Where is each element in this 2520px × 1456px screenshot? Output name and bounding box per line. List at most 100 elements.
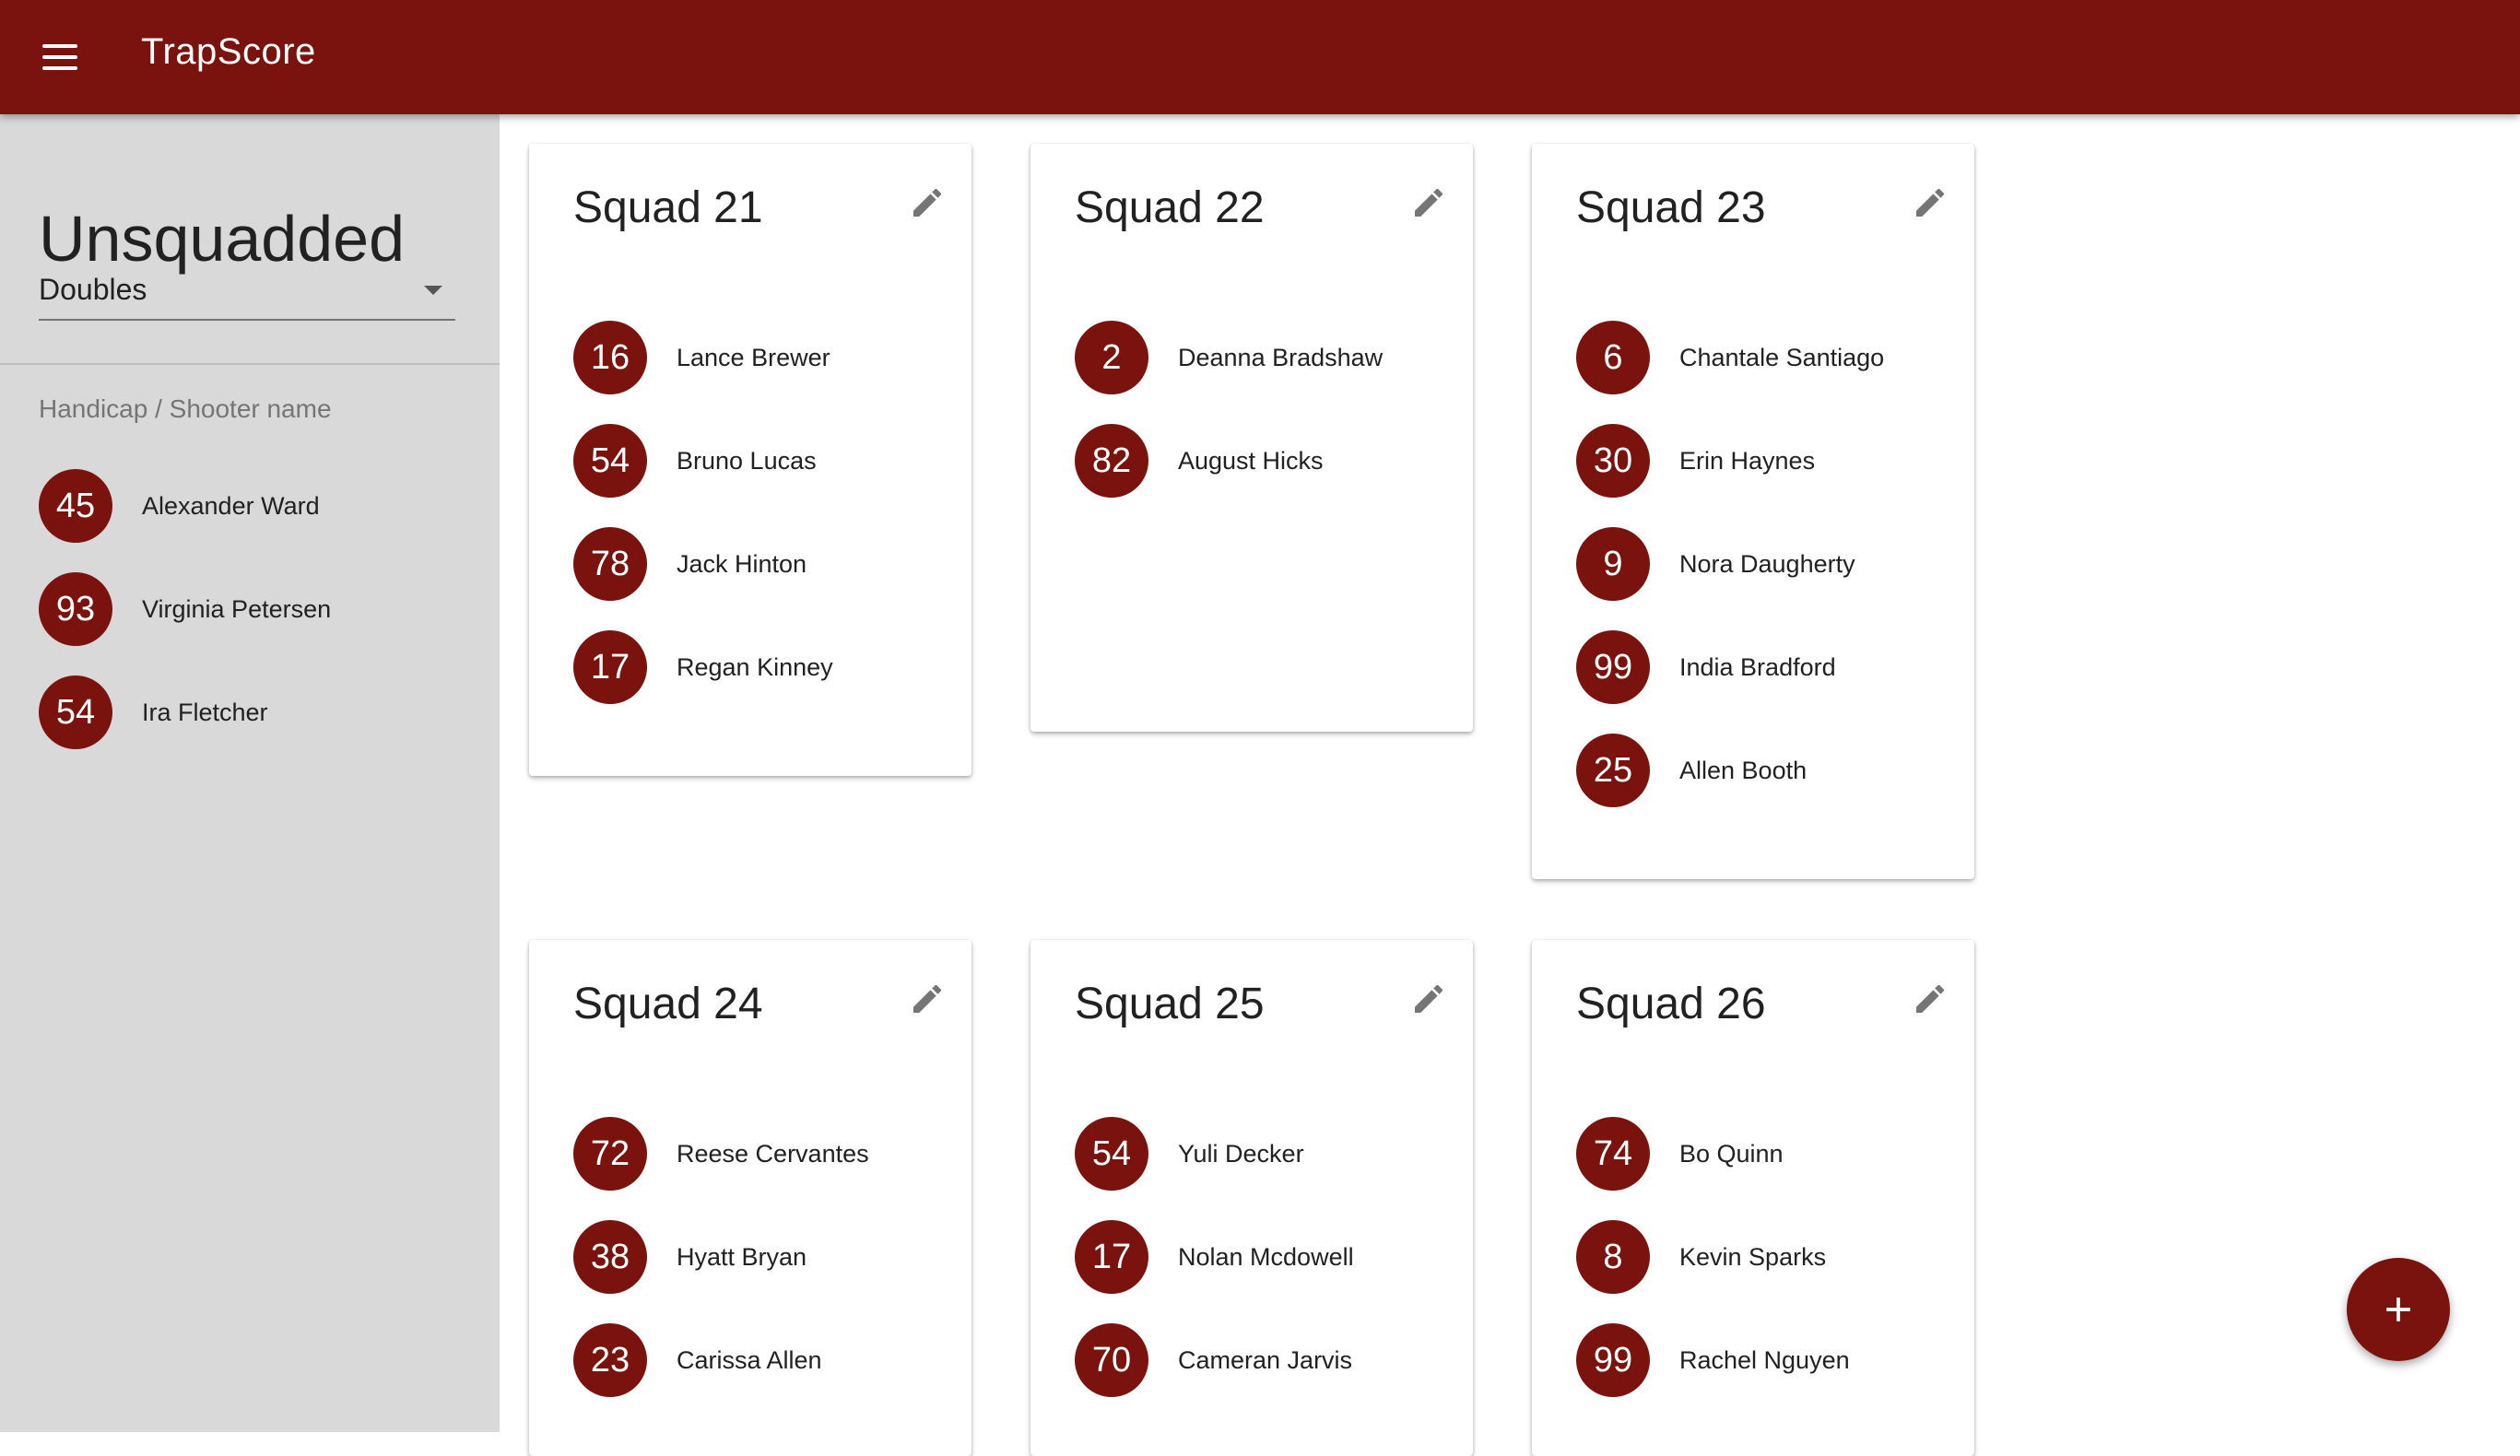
pencil-icon xyxy=(913,188,942,217)
squad-card: Squad 24 72 Reese Cervantes 38 Hyatt Bryan… xyxy=(529,940,971,1456)
event-type-select[interactable]: Doubles xyxy=(39,265,455,321)
handicap-badge: 2 xyxy=(1075,321,1148,394)
shooter-item[interactable]: 17 Regan Kinney xyxy=(573,630,833,704)
edit-squad-button[interactable] xyxy=(1407,181,1451,225)
menu-icon[interactable] xyxy=(28,28,92,87)
handicap-badge: 93 xyxy=(39,572,112,646)
handicap-badge: 99 xyxy=(1576,1323,1650,1397)
shooter-item[interactable]: 78 Jack Hinton xyxy=(573,527,833,601)
squad-shooter-list: 16 Lance Brewer 54 Bruno Lucas 78 Jack Hint… xyxy=(573,321,833,734)
handicap-badge: 17 xyxy=(573,630,647,704)
handicap-badge: 54 xyxy=(39,675,112,749)
squad-shooter-list: 54 Yuli Decker 17 Nolan Mcdowell 70 Cameran… xyxy=(1075,1117,1354,1427)
shooter-item[interactable]: 6 Chantale Santiago xyxy=(1576,321,1884,394)
shooter-name: Kevin Sparks xyxy=(1679,1242,1827,1271)
squad-title: Squad 24 xyxy=(573,980,763,1028)
shooter-name: Chantale Santiago xyxy=(1679,343,1885,371)
edit-squad-button[interactable] xyxy=(1908,977,1952,1021)
list-header: Handicap / Shooter name xyxy=(39,394,332,423)
squad-card: Squad 23 6 Chantale Santiago 30 Erin Hayne… xyxy=(1532,144,1974,879)
shooter-item[interactable]: 17 Nolan Mcdowell xyxy=(1075,1220,1354,1294)
shooter-item[interactable]: 8 Kevin Sparks xyxy=(1576,1220,1850,1294)
handicap-badge: 99 xyxy=(1576,630,1650,704)
shooter-name: Jack Hinton xyxy=(677,549,807,578)
shooter-item[interactable]: 30 Erin Haynes xyxy=(1576,424,1884,498)
app-title: TrapScore xyxy=(141,31,316,72)
handicap-badge: 38 xyxy=(573,1220,647,1294)
sidebar-divider xyxy=(0,363,500,365)
shooter-name: India Bradford xyxy=(1679,652,1836,681)
shooter-item[interactable]: 2 Deanna Bradshaw xyxy=(1075,321,1383,394)
squad-title: Squad 23 xyxy=(1576,183,1766,232)
shooter-name: Reese Cervantes xyxy=(677,1139,869,1168)
shooter-name: August Hicks xyxy=(1178,446,1324,475)
edit-squad-button[interactable] xyxy=(905,181,949,225)
shooter-name: Virginia Petersen xyxy=(142,594,332,623)
squad-title: Squad 26 xyxy=(1576,980,1766,1028)
shooter-item[interactable]: 25 Allen Booth xyxy=(1576,734,1884,807)
shooter-item[interactable]: 99 Rachel Nguyen xyxy=(1576,1323,1850,1397)
pencil-icon xyxy=(1916,984,1945,1013)
handicap-badge: 78 xyxy=(573,527,647,601)
app-bar: TrapScore xyxy=(0,0,2520,114)
sidebar-title: Unsquadded xyxy=(39,202,405,275)
shooter-item[interactable]: 16 Lance Brewer xyxy=(573,321,833,394)
handicap-badge: 30 xyxy=(1576,424,1650,498)
squad-title: Squad 22 xyxy=(1075,183,1265,232)
shooter-item[interactable]: 82 August Hicks xyxy=(1075,424,1383,498)
shooter-item[interactable]: 45 Alexander Ward xyxy=(39,469,331,543)
shooter-name: Lance Brewer xyxy=(677,343,830,371)
shooter-name: Allen Booth xyxy=(1679,756,1808,784)
shooter-name: Regan Kinney xyxy=(677,652,833,681)
pencil-icon xyxy=(1415,188,1443,217)
unsquadded-list: 45 Alexander Ward 93 Virginia Petersen 5… xyxy=(39,469,331,779)
squad-card: Squad 26 74 Bo Quinn 8 Kevin Sparks 99 Rach… xyxy=(1532,940,1974,1456)
handicap-badge: 74 xyxy=(1576,1117,1650,1191)
unsquadded-sidebar: Unsquadded Doubles Handicap / Shooter na… xyxy=(0,114,500,1432)
shooter-name: Nolan Mcdowell xyxy=(1178,1242,1354,1271)
shooter-name: Yuli Decker xyxy=(1178,1139,1304,1168)
shooter-name: Hyatt Bryan xyxy=(677,1242,807,1271)
squad-shooter-list: 2 Deanna Bradshaw 82 August Hicks xyxy=(1075,321,1383,527)
shooter-name: Erin Haynes xyxy=(1679,446,1816,475)
shooter-name: Bo Quinn xyxy=(1679,1139,1784,1168)
handicap-badge: 54 xyxy=(573,424,647,498)
handicap-badge: 25 xyxy=(1576,734,1650,807)
squad-shooter-list: 72 Reese Cervantes 38 Hyatt Bryan 23 Cariss… xyxy=(573,1117,869,1427)
shooter-item[interactable]: 38 Hyatt Bryan xyxy=(573,1220,869,1294)
shooter-name: Ira Fletcher xyxy=(142,698,268,726)
handicap-badge: 9 xyxy=(1576,527,1650,601)
squad-card: Squad 25 54 Yuli Decker 17 Nolan Mcdowell … xyxy=(1030,940,1473,1456)
squad-card: Squad 22 2 Deanna Bradshaw 82 August Hicks xyxy=(1030,144,1473,732)
shooter-name: Rachel Nguyen xyxy=(1679,1345,1850,1374)
shooter-item[interactable]: 54 Ira Fletcher xyxy=(39,675,331,749)
shooter-item[interactable]: 23 Carissa Allen xyxy=(573,1323,869,1397)
handicap-badge: 72 xyxy=(573,1117,647,1191)
handicap-badge: 17 xyxy=(1075,1220,1148,1294)
shooter-name: Deanna Bradshaw xyxy=(1178,343,1384,371)
shooter-name: Alexander Ward xyxy=(142,491,320,520)
shooter-item[interactable]: 93 Virginia Petersen xyxy=(39,572,331,646)
plus-icon xyxy=(2386,1297,2410,1321)
shooter-name: Nora Daugherty xyxy=(1679,549,1855,578)
squad-title: Squad 21 xyxy=(573,183,763,232)
dropdown-arrow-icon xyxy=(424,286,442,295)
shooter-item[interactable]: 70 Cameran Jarvis xyxy=(1075,1323,1354,1397)
edit-squad-button[interactable] xyxy=(1407,977,1451,1021)
edit-squad-button[interactable] xyxy=(1908,181,1952,225)
handicap-badge: 23 xyxy=(573,1323,647,1397)
shooter-item[interactable]: 72 Reese Cervantes xyxy=(573,1117,869,1191)
shooter-item[interactable]: 74 Bo Quinn xyxy=(1576,1117,1850,1191)
event-type-value: Doubles xyxy=(39,273,147,306)
edit-squad-button[interactable] xyxy=(905,977,949,1021)
shooter-item[interactable]: 9 Nora Daugherty xyxy=(1576,527,1884,601)
handicap-badge: 54 xyxy=(1075,1117,1148,1191)
shooter-item[interactable]: 54 Bruno Lucas xyxy=(573,424,833,498)
shooter-item[interactable]: 99 India Bradford xyxy=(1576,630,1884,704)
squad-card: Squad 21 16 Lance Brewer 54 Bruno Lucas 78… xyxy=(529,144,971,776)
handicap-badge: 8 xyxy=(1576,1220,1650,1294)
add-squad-button[interactable] xyxy=(2347,1258,2450,1361)
shooter-item[interactable]: 54 Yuli Decker xyxy=(1075,1117,1354,1191)
squad-title: Squad 25 xyxy=(1075,980,1265,1028)
handicap-badge: 45 xyxy=(39,469,112,543)
